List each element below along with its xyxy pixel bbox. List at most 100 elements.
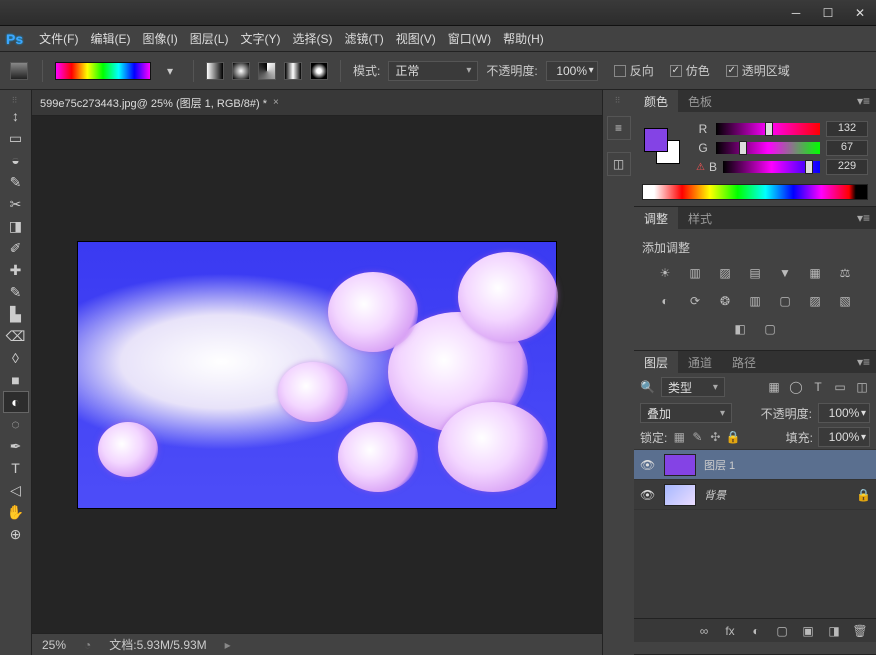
- menu-view[interactable]: 视图(V): [396, 30, 436, 47]
- adjustment-icon-14[interactable]: ◧: [730, 320, 750, 338]
- layer-thumbnail[interactable]: [664, 484, 696, 506]
- menu-window[interactable]: 窗口(W): [448, 30, 491, 47]
- gamut-warning-icon[interactable]: ⚠: [696, 162, 705, 173]
- adjustment-icon-2[interactable]: ▨: [715, 264, 735, 282]
- tool-8[interactable]: ✎: [3, 281, 29, 303]
- lock-icon-0[interactable]: ▦: [672, 430, 686, 444]
- menu-select[interactable]: 选择(S): [292, 30, 332, 47]
- layer-item-1[interactable]: 👁背景🔒: [634, 480, 876, 510]
- b-slider[interactable]: [723, 161, 820, 173]
- adjustment-icon-7[interactable]: ◐: [655, 292, 675, 310]
- maximize-button[interactable]: ☐: [814, 4, 842, 22]
- r-slider[interactable]: [716, 123, 820, 135]
- adjustment-icon-8[interactable]: ⟳: [685, 292, 705, 310]
- fill-input[interactable]: 100%: [818, 427, 870, 447]
- layers-bottom-icon-6[interactable]: 🗑: [852, 623, 868, 639]
- layer-item-0[interactable]: 👁图层 1: [634, 450, 876, 480]
- tool-17[interactable]: ◁: [3, 479, 29, 501]
- blend-mode-dropdown[interactable]: 正常: [388, 61, 478, 81]
- document-tab[interactable]: 599e75c273443.jpg@ 25% (图层 1, RGB/8#) * …: [40, 95, 279, 111]
- tool-9[interactable]: ▙: [3, 303, 29, 325]
- adjustment-icon-9[interactable]: ❂: [715, 292, 735, 310]
- adjustment-icon-6[interactable]: ⚖: [835, 264, 855, 282]
- gradient-picker-arrow-icon[interactable]: ▾: [159, 61, 181, 81]
- dither-checkbox[interactable]: 仿色: [670, 62, 710, 79]
- menu-layer[interactable]: 图层(L): [190, 30, 229, 47]
- tool-0[interactable]: ↕: [3, 105, 29, 127]
- lock-icon-2[interactable]: ✣: [708, 430, 722, 444]
- tool-4[interactable]: ✂: [3, 193, 29, 215]
- menu-image[interactable]: 图像(I): [142, 30, 177, 47]
- status-icon[interactable]: ◔: [84, 638, 91, 652]
- tool-11[interactable]: ◊: [3, 347, 29, 369]
- adjustment-icon-15[interactable]: ▢: [760, 320, 780, 338]
- tool-19[interactable]: ⊕: [3, 523, 29, 545]
- adjustment-icon-10[interactable]: ▥: [745, 292, 765, 310]
- menu-help[interactable]: 帮助(H): [503, 30, 544, 47]
- tab-color[interactable]: 颜色: [634, 90, 678, 112]
- layers-bottom-icon-4[interactable]: ▣: [800, 623, 816, 639]
- visibility-toggle-icon[interactable]: 👁: [640, 488, 656, 502]
- tool-5[interactable]: ◨: [3, 215, 29, 237]
- zoom-level[interactable]: 25%: [42, 638, 66, 652]
- tool-16[interactable]: T: [3, 457, 29, 479]
- adjustment-icon-13[interactable]: ▧: [835, 292, 855, 310]
- adjustment-icon-4[interactable]: ▼: [775, 264, 795, 282]
- layer-opacity-input[interactable]: 100%: [818, 403, 870, 423]
- tool-1[interactable]: ▭: [3, 127, 29, 149]
- adjustment-icon-0[interactable]: ☀: [655, 264, 675, 282]
- lock-icon-3[interactable]: 🔒: [726, 430, 740, 444]
- layers-bottom-icon-3[interactable]: ▢: [774, 623, 790, 639]
- layer-filter-icon-4[interactable]: ◫: [854, 379, 870, 395]
- tool-15[interactable]: ✒: [3, 435, 29, 457]
- g-value-input[interactable]: 67: [826, 140, 868, 156]
- adjustment-icon-5[interactable]: ▦: [805, 264, 825, 282]
- tab-styles[interactable]: 样式: [678, 207, 722, 229]
- panel-grip-icon[interactable]: ⠿: [12, 96, 20, 104]
- gradient-reflected-icon[interactable]: [284, 62, 302, 80]
- opacity-input[interactable]: 100%: [546, 61, 598, 81]
- canvas-area[interactable]: [32, 116, 602, 633]
- layer-filter-icon-1[interactable]: ◯: [788, 379, 804, 395]
- tool-3[interactable]: ✎: [3, 171, 29, 193]
- gradient-diamond-icon[interactable]: [310, 62, 328, 80]
- gradient-linear-icon[interactable]: [206, 62, 224, 80]
- layer-filter-icon-3[interactable]: ▭: [832, 379, 848, 395]
- adjust-panel-menu-icon[interactable]: ▾≡: [857, 211, 870, 225]
- tool-10[interactable]: ⌫: [3, 325, 29, 347]
- tool-7[interactable]: ✚: [3, 259, 29, 281]
- document-canvas[interactable]: [78, 242, 556, 508]
- gradient-preview[interactable]: [55, 62, 151, 80]
- layer-filter-icon-2[interactable]: T: [810, 379, 826, 395]
- gradient-radial-icon[interactable]: [232, 62, 250, 80]
- r-value-input[interactable]: 132: [826, 121, 868, 137]
- tool-6[interactable]: ✐: [3, 237, 29, 259]
- foreground-background-swatch[interactable]: [642, 126, 686, 170]
- properties-dock-icon[interactable]: ◫: [607, 152, 631, 176]
- tool-2[interactable]: ◒: [3, 149, 29, 171]
- menu-edit[interactable]: 编辑(E): [90, 30, 130, 47]
- transparency-checkbox[interactable]: 透明区域: [726, 62, 790, 79]
- layers-bottom-icon-5[interactable]: ◨: [826, 623, 842, 639]
- layers-bottom-icon-1[interactable]: fx: [722, 623, 738, 639]
- layers-bottom-icon-0[interactable]: ∞: [696, 623, 712, 639]
- tool-18[interactable]: ✋: [3, 501, 29, 523]
- layers-panel-menu-icon[interactable]: ▾≡: [857, 355, 870, 369]
- menu-file[interactable]: 文件(F): [39, 30, 78, 47]
- tab-adjustments[interactable]: 调整: [634, 207, 678, 229]
- tool-13[interactable]: ◐: [3, 391, 29, 413]
- minimize-button[interactable]: ─: [782, 4, 810, 22]
- layer-thumbnail[interactable]: [664, 454, 696, 476]
- layer-filter-icon-0[interactable]: ▦: [766, 379, 782, 395]
- status-arrow-icon[interactable]: ▸: [225, 638, 231, 652]
- adjustment-icon-1[interactable]: ▥: [685, 264, 705, 282]
- menu-text[interactable]: 文字(Y): [240, 30, 280, 47]
- close-tab-icon[interactable]: ×: [273, 97, 279, 108]
- tab-layers[interactable]: 图层: [634, 351, 678, 373]
- layers-empty-area[interactable]: [634, 510, 876, 618]
- layer-filter-type-dropdown[interactable]: 类型: [661, 377, 725, 397]
- layer-name[interactable]: 图层 1: [704, 457, 870, 473]
- foreground-color-swatch[interactable]: [644, 128, 668, 152]
- adjustment-icon-11[interactable]: ▢: [775, 292, 795, 310]
- menu-filter[interactable]: 滤镜(T): [344, 30, 383, 47]
